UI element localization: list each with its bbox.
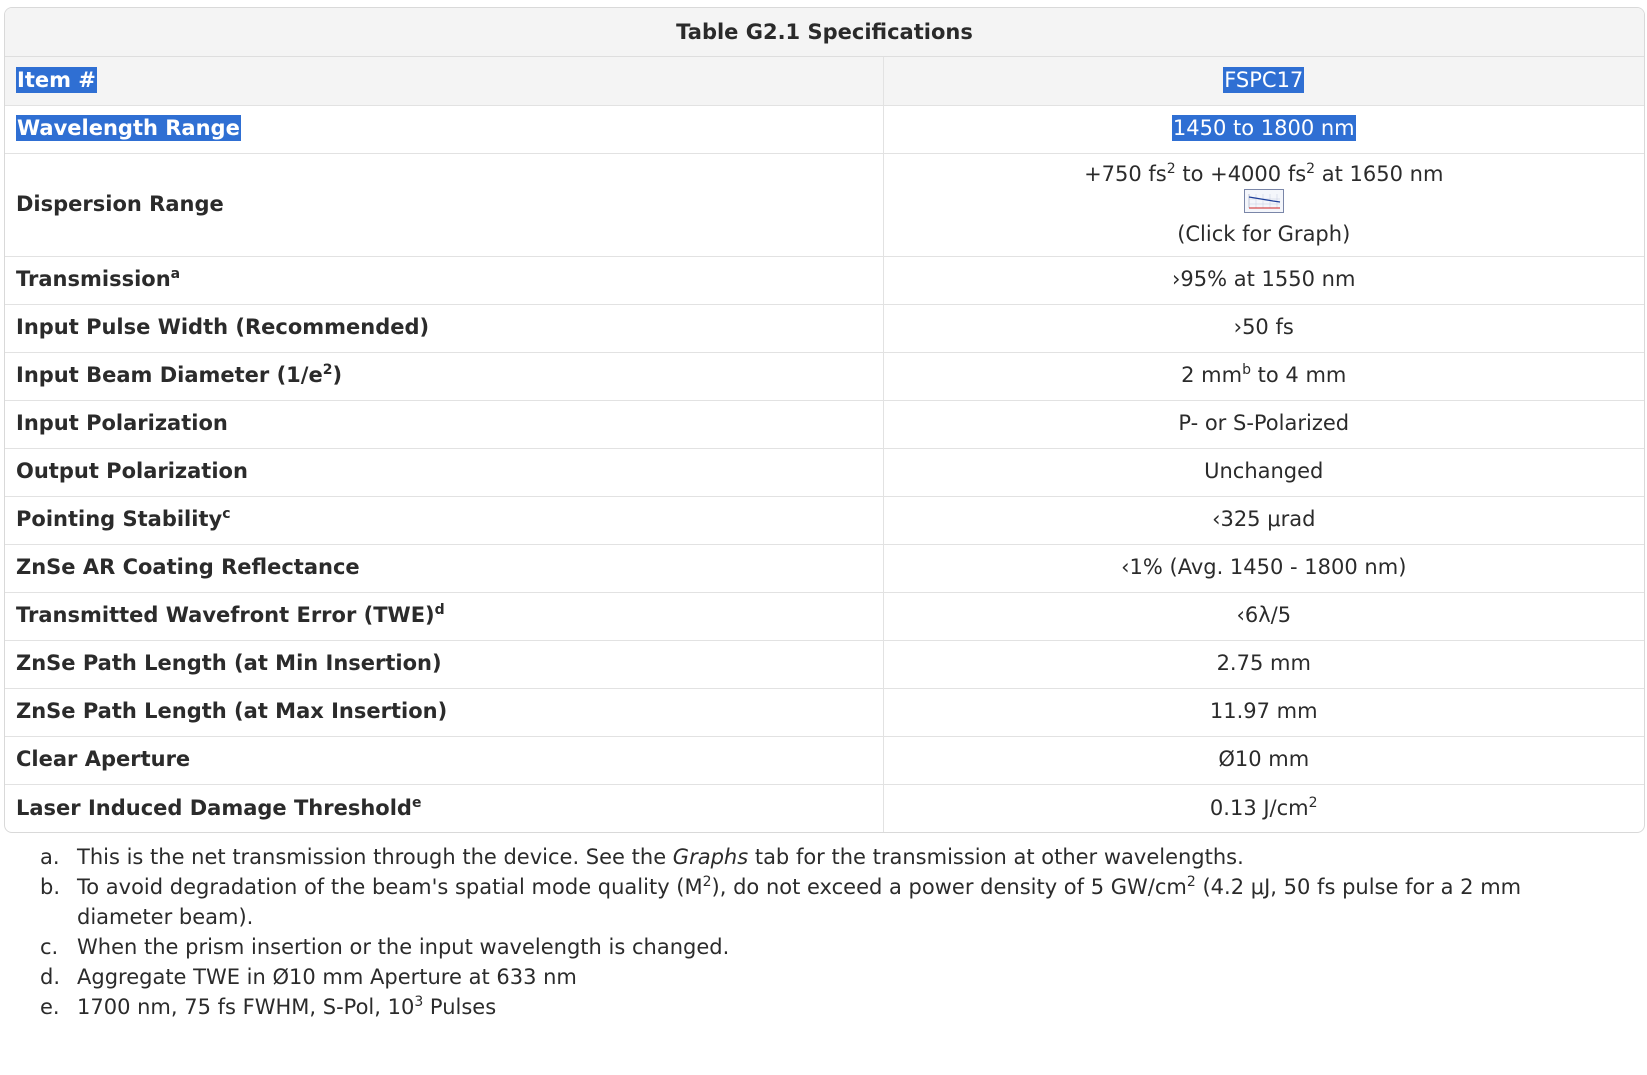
row-value: 1450 to 1800 nm	[883, 105, 1644, 154]
row-label: Dispersion Range	[5, 153, 884, 257]
row-value: Ø10 mm	[883, 736, 1644, 785]
row-label: ZnSe Path Length (at Min Insertion)	[5, 640, 884, 689]
row-label: Input Pulse Width (Recommended)	[5, 304, 884, 353]
table-row: Input Pulse Width (Recommended) ›50 fs	[5, 304, 1644, 353]
dispersion-range-value: +750 fs2 to +4000 fs2 at 1650 nm	[1084, 161, 1444, 187]
row-value: ›50 fs	[883, 304, 1644, 353]
specifications-table: Table G2.1 Specifications Item # FSPC17 …	[4, 7, 1645, 833]
footnote-letter: a.	[40, 845, 60, 869]
row-label: Output Polarization	[5, 448, 884, 497]
item-number-value[interactable]: FSPC17	[1223, 67, 1305, 94]
table-row: Transmissiona ›95% at 1550 nm	[5, 256, 1644, 305]
footnote-item: d. Aggregate TWE in Ø10 mm Aperture at 6…	[40, 962, 1600, 992]
click-for-graph-link[interactable]: (Click for Graph)	[884, 222, 1645, 247]
row-label: ZnSe AR Coating Reflectance	[5, 544, 884, 593]
footnote-ref[interactable]: b	[1242, 362, 1251, 378]
header-label-cell: Item #	[5, 57, 884, 106]
row-label: Transmissiona	[5, 256, 884, 305]
row-value: Unchanged	[883, 448, 1644, 497]
footnote-ref[interactable]: a	[171, 266, 180, 282]
table-header-row: Item # FSPC17	[5, 57, 1644, 106]
footnote-item: b. To avoid degradation of the beam's sp…	[40, 872, 1600, 932]
dispersion-graph-thumbnail-icon[interactable]	[1243, 189, 1284, 214]
row-label: ZnSe Path Length (at Max Insertion)	[5, 688, 884, 737]
table-row: Transmitted Wavefront Error (TWE)d ‹6λ/5	[5, 592, 1644, 641]
footnote-letter: e.	[40, 995, 60, 1019]
table-caption: Table G2.1 Specifications	[5, 8, 1644, 57]
wavelength-range-label: Wavelength Range	[16, 115, 241, 142]
footnote-text: Aggregate TWE in Ø10 mm Aperture at 633 …	[77, 965, 577, 989]
row-value: ‹6λ/5	[883, 592, 1644, 641]
footnote-item: e. 1700 nm, 75 fs FWHM, S-Pol, 103 Pulse…	[40, 992, 1600, 1022]
footnote-item: c. When the prism insertion or the input…	[40, 932, 1600, 962]
row-value: P- or S-Polarized	[883, 400, 1644, 449]
row-label: Transmitted Wavefront Error (TWE)d	[5, 592, 884, 641]
footnote-ref[interactable]: d	[435, 602, 445, 618]
row-label: Clear Aperture	[5, 736, 884, 785]
row-value: ‹1% (Avg. 1450 - 1800 nm)	[883, 544, 1644, 593]
table-row: Wavelength Range 1450 to 1800 nm	[5, 105, 1644, 154]
row-value: ›95% at 1550 nm	[883, 256, 1644, 305]
row-label: Input Polarization	[5, 400, 884, 449]
row-value: 11.97 mm	[883, 688, 1644, 737]
footnotes-list: a. This is the net transmission through …	[40, 842, 1600, 1022]
footnote-letter: d.	[40, 965, 61, 989]
table-row: ZnSe AR Coating Reflectance ‹1% (Avg. 14…	[5, 544, 1644, 593]
wavelength-range-value: 1450 to 1800 nm	[1171, 115, 1356, 142]
row-label: Wavelength Range	[5, 105, 884, 154]
row-value: 2 mmb to 4 mm	[883, 352, 1644, 401]
footnote-ref[interactable]: c	[222, 506, 230, 522]
footnote-letter: c.	[40, 935, 59, 959]
graphs-tab-link[interactable]: Graphs	[673, 845, 748, 869]
row-value: +750 fs2 to +4000 fs2 at 1650 nm (Click …	[883, 153, 1645, 257]
row-label: Input Beam Diameter (1/e2)	[5, 352, 884, 401]
footnote-text: This is the net transmission through the…	[77, 845, 1244, 869]
footnote-letter: b.	[40, 875, 61, 899]
footnote-text: 1700 nm, 75 fs FWHM, S-Pol, 103 Pulses	[77, 994, 497, 1019]
table-row: Input Beam Diameter (1/e2) 2 mmb to 4 mm	[5, 352, 1644, 401]
header-value-cell: FSPC17	[883, 57, 1644, 106]
table-row: ZnSe Path Length (at Max Insertion) 11.9…	[5, 688, 1644, 737]
footnote-text: When the prism insertion or the input wa…	[77, 935, 730, 959]
row-value: 2.75 mm	[883, 640, 1644, 689]
spec-grid: Item # FSPC17 Wavelength Range 1450 to 1…	[5, 57, 1644, 832]
table-row: Laser Induced Damage Thresholde 0.13 J/c…	[5, 784, 1644, 832]
footnote-item: a. This is the net transmission through …	[40, 842, 1600, 872]
row-value: ‹325 μrad	[883, 496, 1644, 545]
table-row: Dispersion Range +750 fs2 to +4000 fs2 a…	[5, 153, 1645, 257]
row-value: 0.13 J/cm2	[1209, 794, 1318, 820]
table-row: Pointing Stabilityc ‹325 μrad	[5, 496, 1644, 545]
table-row: ZnSe Path Length (at Min Insertion) 2.75…	[5, 640, 1644, 689]
footnote-ref[interactable]: e	[412, 795, 422, 811]
row-label: Pointing Stabilityc	[5, 496, 884, 545]
table-row: Output Polarization Unchanged	[5, 448, 1644, 497]
table-row: Clear Aperture Ø10 mm	[5, 736, 1644, 785]
item-number-label: Item #	[16, 67, 97, 94]
footnote-text: To avoid degradation of the beam's spati…	[77, 874, 1522, 929]
table-row: Input Polarization P- or S-Polarized	[5, 400, 1644, 449]
row-label: Laser Induced Damage Thresholde	[5, 784, 884, 832]
